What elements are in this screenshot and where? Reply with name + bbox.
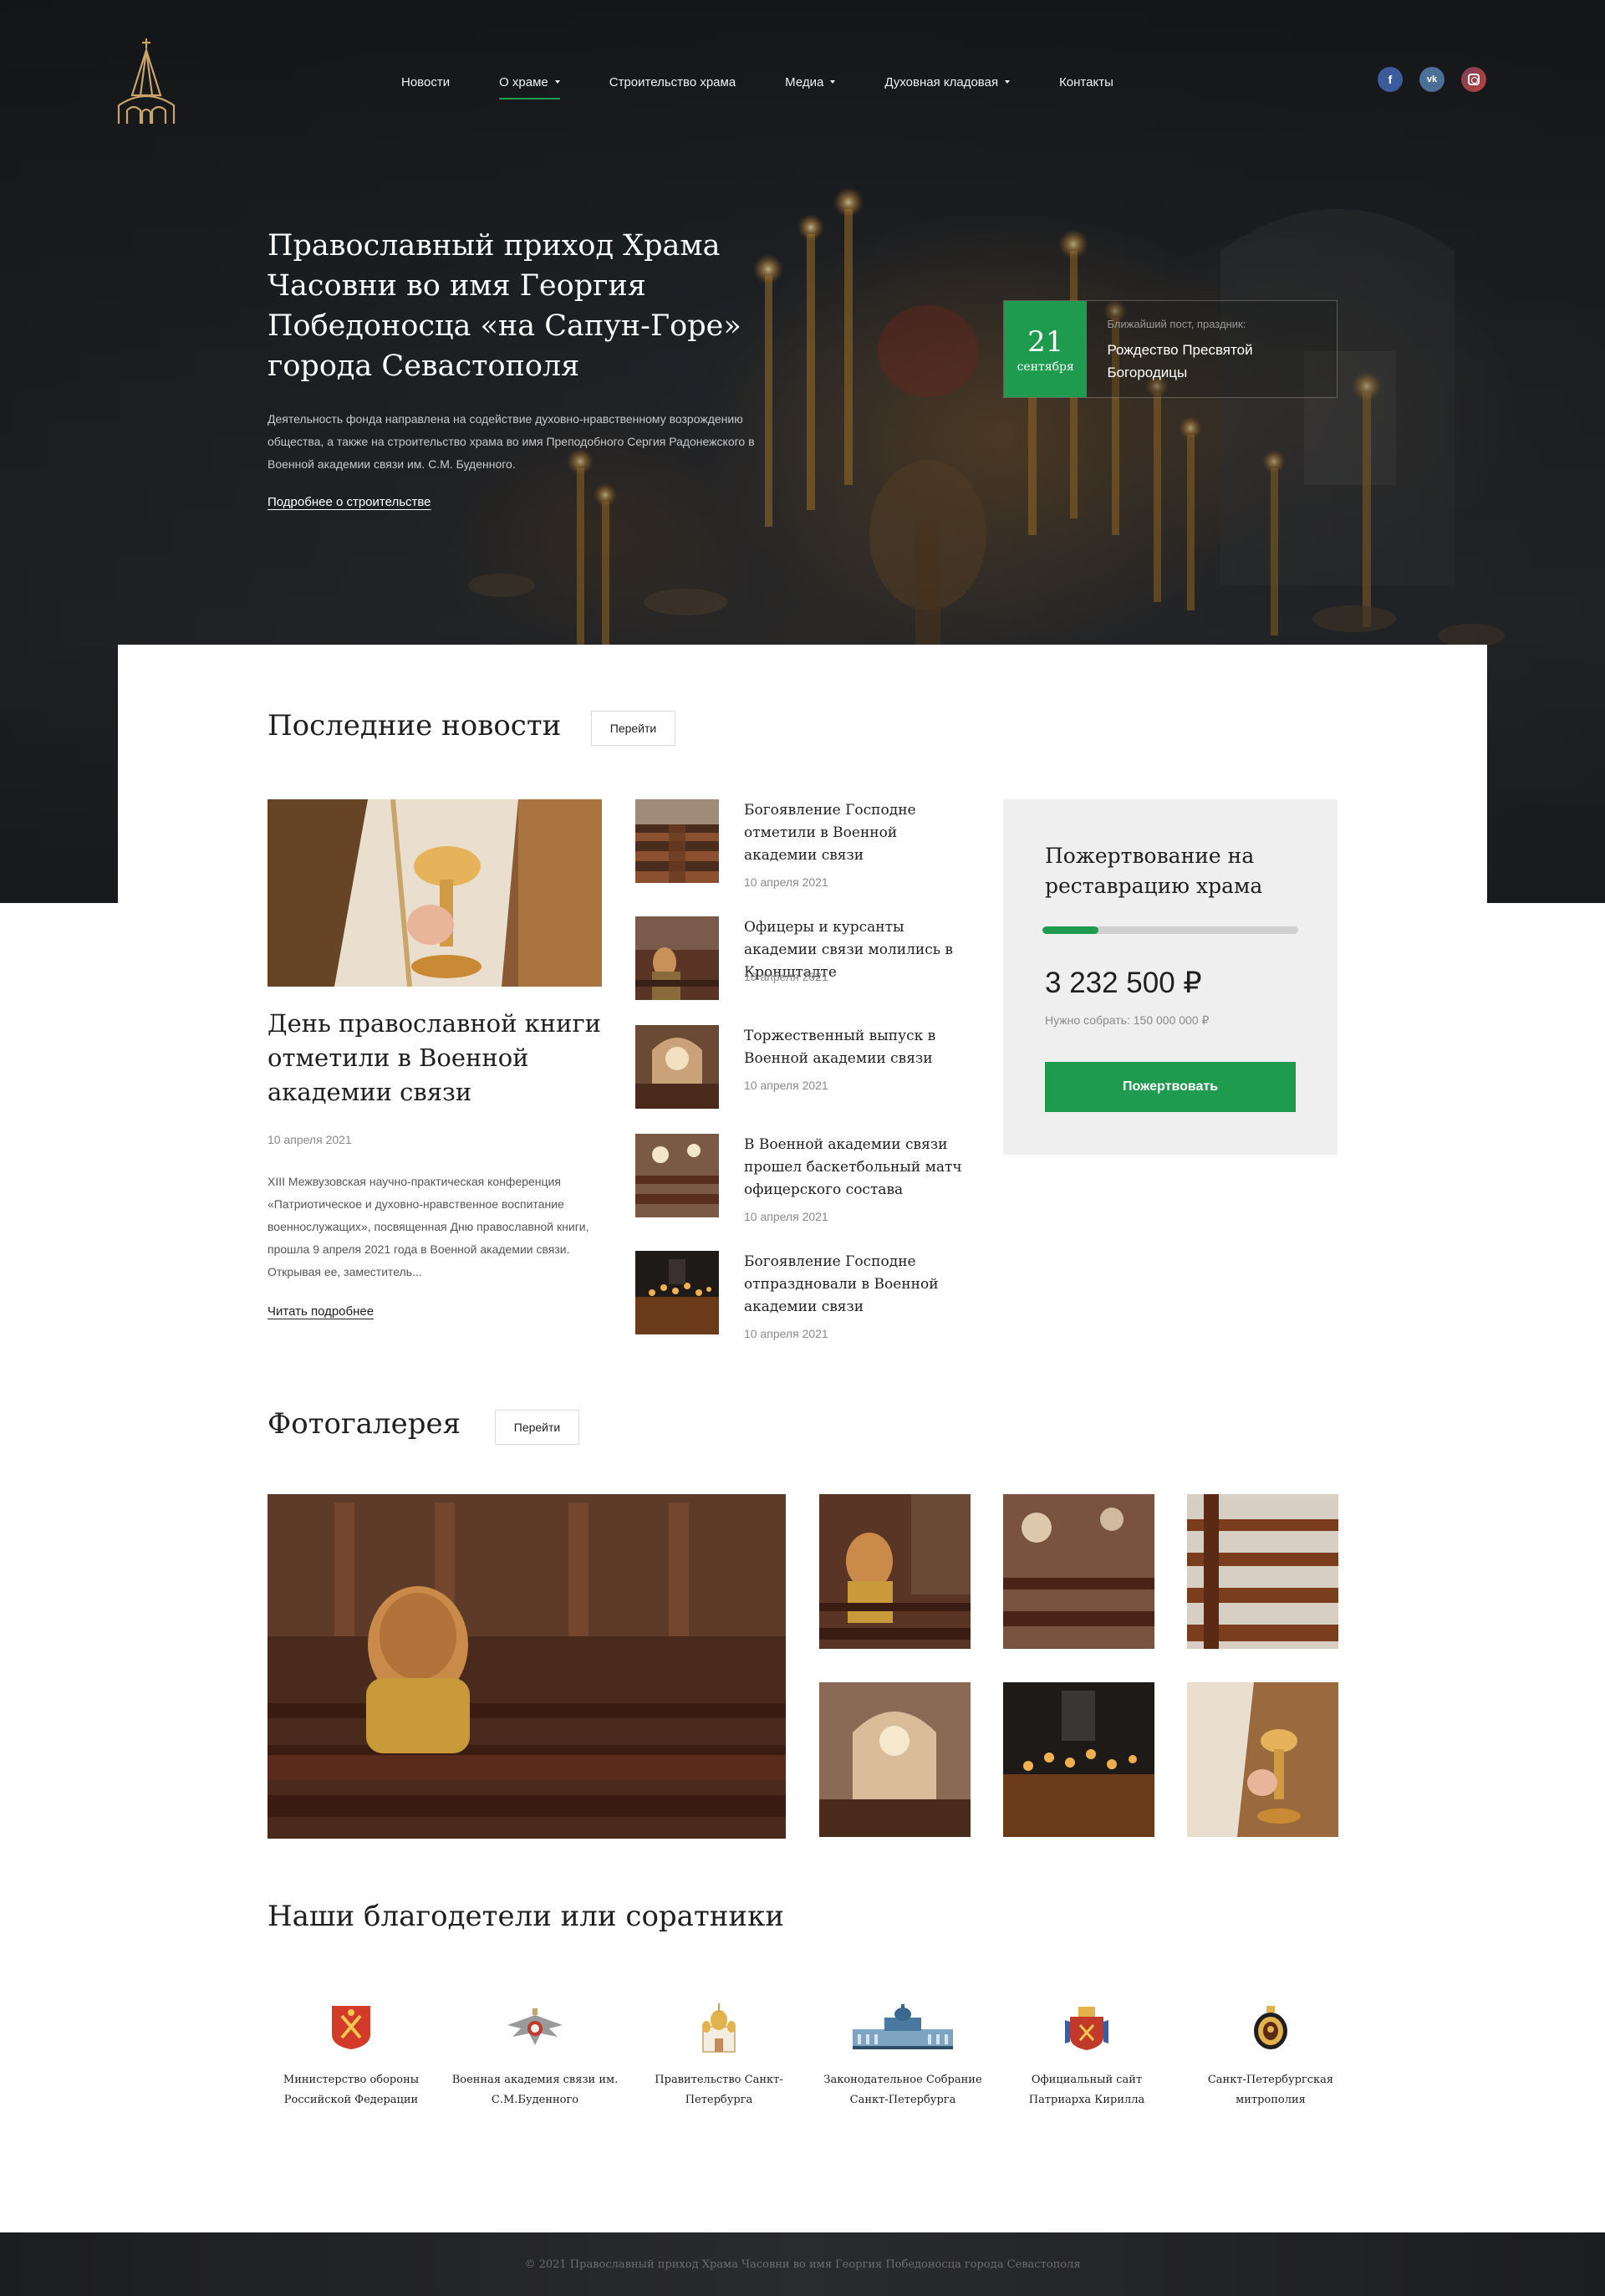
donation-goal: Нужно собрать: 150 000 000 ₽ bbox=[1045, 1013, 1210, 1027]
news-date: 10 апреля 2021 bbox=[744, 875, 828, 889]
partner-item[interactable]: Правительство Санкт-Петербурга bbox=[635, 1990, 802, 2110]
gallery-photo[interactable] bbox=[1187, 1682, 1338, 1837]
news-date: 10 апреля 2021 bbox=[744, 1327, 828, 1340]
footer: © 2021 Православный приход Храма Часовни… bbox=[0, 2232, 1605, 2296]
nav-label: Духовная кладовая bbox=[884, 74, 999, 89]
nav-item-contacts[interactable]: Контакты bbox=[1059, 75, 1113, 89]
partners-list: Министерство обороны Российской Федераци… bbox=[268, 1990, 1338, 2124]
nearest-feast-card[interactable]: 21 сентября Ближайший пост, праздник: Ро… bbox=[1003, 300, 1338, 398]
gallery-photo[interactable] bbox=[819, 1494, 971, 1649]
chevron-down-icon bbox=[830, 80, 836, 84]
news-date: 10 апреля 2021 bbox=[744, 1079, 828, 1092]
feast-name: Рождество Пресвятой Богородицы bbox=[1107, 342, 1253, 380]
news-thumbnail bbox=[635, 1025, 719, 1109]
vk-icon[interactable]: vk bbox=[1419, 67, 1444, 92]
coat-of-arms-icon bbox=[1003, 1990, 1170, 2065]
list-item[interactable]: Богоявление Господне отпраздновали в Вое… bbox=[635, 1251, 970, 1343]
featured-news-title[interactable]: День православной книги отметили в Военн… bbox=[268, 1007, 602, 1110]
gallery-photo[interactable] bbox=[1003, 1682, 1154, 1837]
nav-label: Контакты bbox=[1059, 74, 1113, 89]
news-thumbnail bbox=[635, 1251, 719, 1334]
featured-news-excerpt: XIII Межвузовская научно-практическая ко… bbox=[268, 1175, 589, 1278]
news-thumbnail bbox=[635, 1134, 719, 1217]
partner-item[interactable]: Санкт-Петербургская митрополия bbox=[1187, 1990, 1354, 2110]
gallery-photo[interactable] bbox=[1187, 1494, 1338, 1649]
partner-name: Министерство обороны Российской Федераци… bbox=[283, 2074, 420, 2106]
gallery-section-title: Фотогалерея bbox=[268, 1407, 461, 1441]
nav-label: Строительство храма bbox=[609, 74, 736, 89]
news-thumbnail bbox=[635, 916, 719, 1000]
featured-news-date: 10 апреля 2021 bbox=[268, 1133, 352, 1146]
list-item[interactable]: Торжественный выпуск в Военной академии … bbox=[635, 1025, 970, 1117]
feast-month: сентября bbox=[1016, 360, 1074, 374]
donation-progress-fill bbox=[1042, 926, 1099, 934]
news-date: 10 апреля 2021 bbox=[744, 1210, 828, 1223]
partners-section-title: Наши благодетели или соратники bbox=[268, 1900, 784, 1933]
metropolis-emblem-icon bbox=[1187, 1990, 1354, 2065]
news-thumbnail bbox=[635, 799, 719, 883]
nav-item-media[interactable]: Медиа bbox=[785, 74, 836, 89]
partner-item[interactable]: Официальный сайт Патриарха Кирилла bbox=[1003, 1990, 1170, 2110]
list-item[interactable]: Богоявление Господне отметили в Военной … bbox=[635, 799, 970, 891]
featured-news-image-art bbox=[268, 799, 602, 987]
partner-name: Санкт-Петербургская митрополия bbox=[1207, 2074, 1334, 2106]
nav-item-news[interactable]: Новости bbox=[401, 75, 450, 89]
partner-name: Официальный сайт Патриарха Кирилла bbox=[1028, 2074, 1145, 2106]
gallery-photo[interactable] bbox=[1003, 1494, 1154, 1649]
partner-name: Правительство Санкт-Петербурга bbox=[655, 2074, 783, 2106]
cathedral-emblem-icon bbox=[635, 1990, 802, 2065]
news-title: Богоявление Господне отпраздновали в Вое… bbox=[744, 1253, 939, 1315]
double-eagle-emblem-icon bbox=[451, 1990, 619, 2065]
featured-news-image[interactable] bbox=[268, 799, 602, 987]
gallery-photo[interactable] bbox=[819, 1682, 971, 1837]
news-title: В Военной академии связи прошел баскетбо… bbox=[744, 1136, 962, 1198]
hero-description: Деятельность фонда направлена на содейст… bbox=[268, 412, 755, 471]
donation-card: Пожертвование на реставрацию храма 3 232… bbox=[1003, 799, 1338, 1155]
gallery-photo-main[interactable] bbox=[268, 1494, 786, 1839]
partner-item[interactable]: Военная академия связи им. С.М.Буденного bbox=[451, 1990, 619, 2110]
news-title: Богоявление Господне отметили в Военной … bbox=[744, 802, 916, 864]
read-more-link[interactable]: Читать подробнее bbox=[268, 1304, 374, 1319]
construction-details-link[interactable]: Подробнее о строительстве bbox=[268, 495, 431, 509]
list-item[interactable]: Офицеры и курсанты академии связи молили… bbox=[635, 916, 970, 1008]
chevron-down-icon bbox=[554, 80, 560, 84]
news-title: Торжественный выпуск в Военной академии … bbox=[744, 1028, 936, 1067]
news-date: 10 апреля 2021 bbox=[744, 970, 828, 983]
nav-label: Новости bbox=[401, 74, 451, 89]
list-item[interactable]: В Военной академии связи прошел баскетбо… bbox=[635, 1134, 970, 1226]
feast-date-badge: 21 сентября bbox=[1004, 301, 1088, 397]
feast-info: Ближайший пост, праздник: Рождество Прес… bbox=[1087, 301, 1337, 397]
nav-label: Медиа bbox=[785, 74, 824, 89]
facebook-icon[interactable]: f bbox=[1378, 67, 1403, 92]
building-emblem-icon bbox=[819, 1990, 986, 2065]
red-shield-emblem-icon bbox=[268, 1990, 435, 2065]
feast-label: Ближайший пост, праздник: bbox=[1107, 318, 1246, 330]
partner-item[interactable]: Законодательное Собрание Санкт-Петербург… bbox=[819, 1990, 986, 2110]
instagram-icon[interactable] bbox=[1461, 67, 1486, 92]
partner-name: Законодательное Собрание Санкт-Петербург… bbox=[823, 2074, 982, 2106]
footer-copyright: © 2021 Православный приход Храма Часовни… bbox=[524, 2258, 1081, 2271]
donate-button[interactable]: Пожертвовать bbox=[1045, 1062, 1296, 1112]
donation-title: Пожертвование на реставрацию храма bbox=[1045, 844, 1263, 898]
hero-title: Православный приход Храма Часовни во имя… bbox=[268, 229, 741, 383]
church-logo-icon[interactable] bbox=[115, 37, 177, 125]
news-go-button[interactable]: Перейти bbox=[591, 711, 675, 746]
nav-label: О храме bbox=[499, 74, 548, 89]
chevron-down-icon bbox=[1005, 80, 1011, 84]
donation-progress-bar bbox=[1042, 926, 1298, 934]
social-links: f vk bbox=[1378, 67, 1486, 92]
donation-amount: 3 232 500 ₽ bbox=[1045, 967, 1202, 999]
feast-day: 21 bbox=[1027, 324, 1064, 359]
nav-item-spiritual-pantry[interactable]: Духовная кладовая bbox=[884, 74, 1011, 89]
partner-item[interactable]: Министерство обороны Российской Федераци… bbox=[268, 1990, 435, 2110]
main-nav: Новости О храме Строительство храма Меди… bbox=[401, 72, 1163, 99]
nav-item-about[interactable]: О храме bbox=[499, 74, 560, 99]
partner-name: Военная академия связи им. С.М.Буденного bbox=[451, 2074, 619, 2106]
news-section-title: Последние новости bbox=[268, 709, 562, 742]
nav-item-construction[interactable]: Строительство храма bbox=[609, 75, 736, 89]
gallery-go-button[interactable]: Перейти bbox=[495, 1410, 579, 1445]
